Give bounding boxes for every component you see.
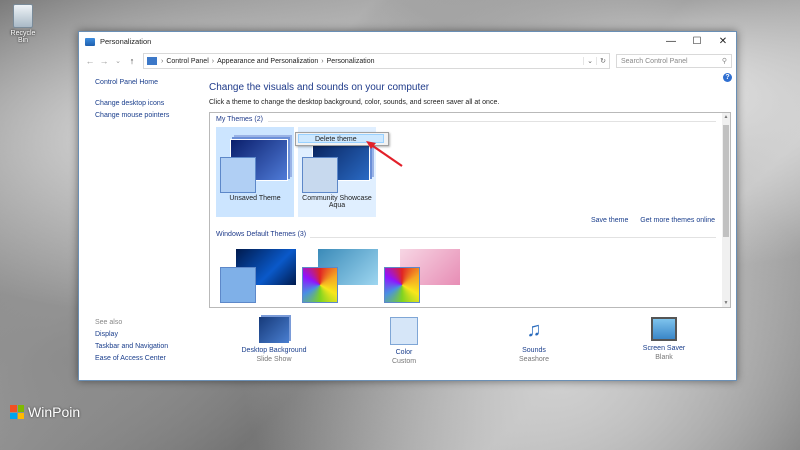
theme-name: Unsaved Theme <box>229 195 281 202</box>
sidebar-item-change-mouse-pointers[interactable]: Change mouse pointers <box>95 112 205 119</box>
theme-color-swatch <box>384 267 420 303</box>
personalization-app-icon <box>85 37 95 46</box>
main-header: Change the visuals and sounds on your co… <box>209 82 499 113</box>
sidebar-item-change-desktop-icons[interactable]: Change desktop icons <box>95 100 205 107</box>
sidebar-item-control-panel-home[interactable]: Control Panel Home <box>95 79 205 86</box>
themes-panel: My Themes (2) Unsaved Theme Community Sh… <box>209 112 731 308</box>
sounds-value: Seashore <box>519 356 549 363</box>
get-more-themes-link[interactable]: Get more themes online <box>640 217 715 224</box>
see-also: See also Display Taskbar and Navigation … <box>95 319 205 367</box>
scroll-thumb[interactable] <box>723 125 729 237</box>
desktop-background-value: Slide Show <box>256 356 292 363</box>
themes-scrollbar[interactable]: ▲ ▼ <box>722 113 730 307</box>
breadcrumb-control-panel[interactable]: Control Panel <box>166 58 208 65</box>
sidebar: Control Panel Home Change desktop icons … <box>95 79 205 124</box>
address-dropdown-icon[interactable]: ⌄ <box>583 57 596 65</box>
address-bar[interactable]: › Control Panel › Appearance and Persona… <box>143 53 610 69</box>
forward-button[interactable]: → <box>97 56 111 66</box>
screen-saver-label: Screen Saver <box>642 345 686 352</box>
screen-saver-option[interactable]: Screen Saver Blank <box>599 317 729 365</box>
screen-saver-icon <box>651 317 677 341</box>
scroll-down-icon[interactable]: ▼ <box>722 300 730 306</box>
color-option[interactable]: Color Custom <box>339 317 469 365</box>
title-bar[interactable]: Personalization — ☐ ✕ <box>79 32 736 51</box>
breadcrumb-appearance[interactable]: Appearance and Personalization <box>217 58 318 65</box>
theme-windows-default-3[interactable] <box>380 245 460 307</box>
theme-links: Save theme Get more themes online <box>581 217 715 224</box>
scroll-up-icon[interactable]: ▲ <box>722 114 730 120</box>
watermark-text: WinPoin <box>28 404 81 420</box>
save-theme-link[interactable]: Save theme <box>591 217 628 224</box>
theme-color-swatch <box>220 157 256 193</box>
breadcrumb-separator-icon: › <box>321 57 324 65</box>
minimize-button[interactable]: — <box>658 32 684 51</box>
see-also-ease-of-access[interactable]: Ease of Access Center <box>95 355 205 362</box>
screen-saver-value: Blank <box>655 354 673 361</box>
desktop-background-option[interactable]: Desktop Background Slide Show <box>209 317 339 365</box>
default-themes-list <box>216 245 462 307</box>
recycle-bin-desktop-icon[interactable]: Recycle Bin <box>6 4 40 44</box>
search-placeholder: Search Control Panel <box>621 57 688 65</box>
theme-unsaved[interactable]: Unsaved Theme <box>216 127 294 217</box>
theme-windows-default-1[interactable] <box>216 245 296 307</box>
see-also-header: See also <box>95 319 123 326</box>
color-swatch-icon <box>390 317 418 345</box>
back-button[interactable]: ← <box>83 56 97 66</box>
sounds-option[interactable]: ♫ Sounds Seashore <box>469 317 599 365</box>
red-arrow-annotation-icon <box>366 141 403 167</box>
theme-color-swatch <box>302 157 338 193</box>
recent-locations-icon[interactable]: ⌄ <box>111 57 125 65</box>
page-title: Change the visuals and sounds on your co… <box>209 82 430 93</box>
personalization-window: Personalization — ☐ ✕ ← → ⌄ ↑ › Control … <box>78 31 737 381</box>
desktop-background-label: Desktop Background <box>241 347 307 354</box>
breadcrumb-separator-icon: › <box>211 57 215 65</box>
refresh-icon[interactable]: ↻ <box>596 57 609 65</box>
recycle-bin-label: Recycle Bin <box>10 30 36 44</box>
my-themes-header: My Themes (2) <box>216 116 263 123</box>
control-panel-icon <box>147 57 157 65</box>
search-input[interactable]: Search Control Panel ⚲ <box>616 54 732 68</box>
see-also-display[interactable]: Display <box>95 331 205 338</box>
close-button[interactable]: ✕ <box>710 32 736 51</box>
recycle-bin-icon <box>13 4 33 28</box>
theme-color-swatch <box>220 267 256 303</box>
windows-logo-icon <box>10 405 24 419</box>
page-description: Click a theme to change the desktop back… <box>209 99 500 106</box>
theme-windows-default-2[interactable] <box>298 245 378 307</box>
see-also-taskbar[interactable]: Taskbar and Navigation <box>95 343 205 350</box>
window-title: Personalization <box>100 37 152 46</box>
winpoin-watermark: WinPoin <box>10 404 80 420</box>
theme-color-swatch <box>302 267 338 303</box>
sounds-icon: ♫ <box>526 319 542 341</box>
search-icon: ⚲ <box>721 58 727 65</box>
color-label: Color <box>395 349 413 356</box>
default-themes-header: Windows Default Themes (3) <box>216 231 307 238</box>
breadcrumb-personalization[interactable]: Personalization <box>327 58 375 65</box>
theme-name: Community Showcase Aqua <box>302 195 372 209</box>
navigation-bar: ← → ⌄ ↑ › Control Panel › Appearance and… <box>79 51 736 71</box>
sounds-label: Sounds <box>522 347 546 354</box>
maximize-button[interactable]: ☐ <box>684 32 710 51</box>
desktop-background-icon <box>259 317 289 343</box>
breadcrumb-separator-icon: › <box>161 57 164 65</box>
color-value: Custom <box>391 358 417 365</box>
help-icon[interactable]: ? <box>723 73 732 82</box>
up-button[interactable]: ↑ <box>125 56 139 66</box>
theme-settings-row: Desktop Background Slide Show Color Cust… <box>209 317 729 365</box>
